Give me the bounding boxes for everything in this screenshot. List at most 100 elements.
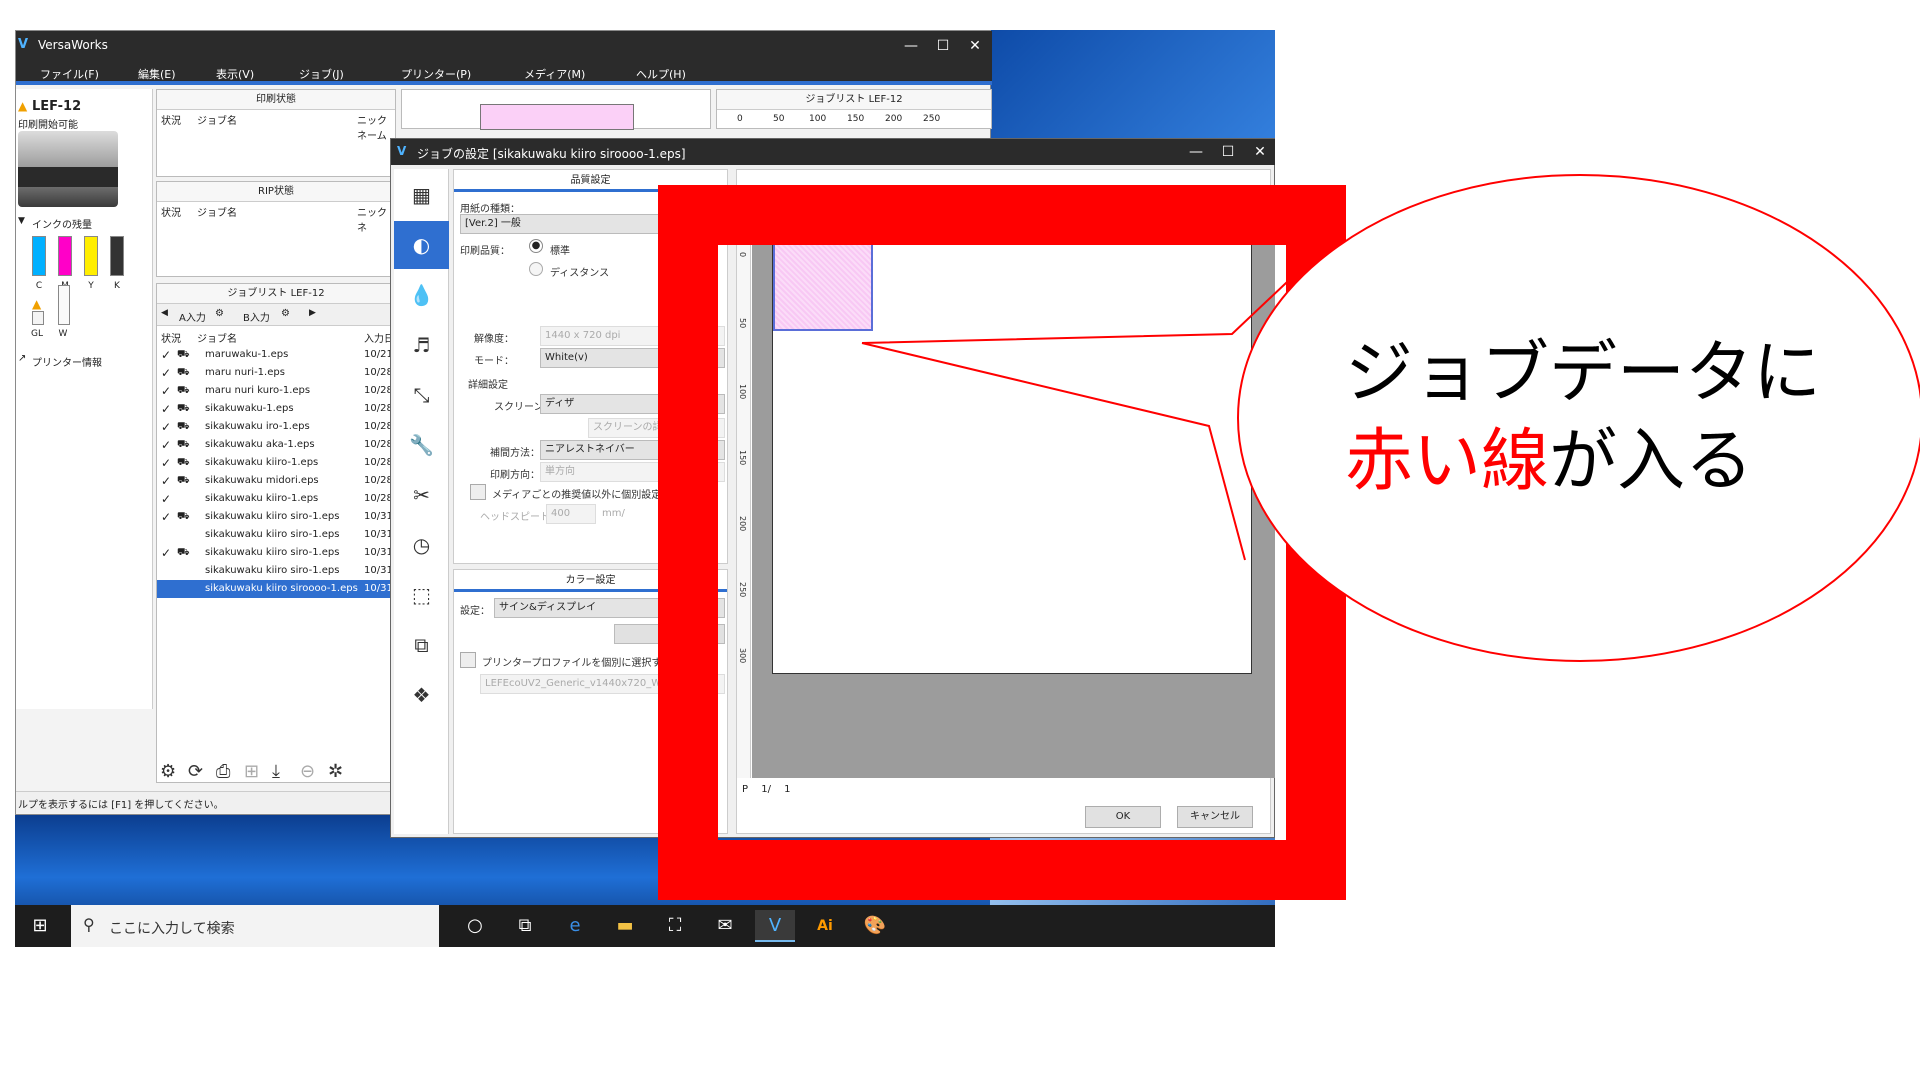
printer-info-link[interactable]: プリンター情報 — [32, 354, 102, 369]
nest-icon[interactable]: ⊞ — [244, 761, 259, 782]
ink-c-label: C — [35, 281, 43, 291]
cortana-icon[interactable]: ○ — [455, 910, 495, 942]
mail-icon[interactable]: ✉ — [705, 910, 745, 942]
menu-file[interactable]: ファイル(F) — [40, 66, 99, 82]
edge-icon[interactable]: e — [555, 910, 595, 942]
job-name: sikakuwaku kiiro siro-1.eps — [205, 529, 340, 540]
printer-name[interactable]: LEF-12 — [32, 99, 81, 114]
table-row[interactable]: sikakuwaku kiiro siro-1.eps 10/31 — [157, 526, 397, 544]
explorer-icon[interactable]: ▬ — [605, 910, 645, 942]
crop-marks-icon[interactable]: ⬚ — [394, 571, 449, 619]
job-date: 10/28 — [364, 421, 393, 432]
table-row[interactable]: ✓ sikakuwaku kiiro-1.eps 10/28 — [157, 490, 397, 508]
radio-standard[interactable]: ● — [529, 239, 543, 253]
gear-icon[interactable]: ⚙ — [215, 308, 224, 319]
table-row[interactable]: ✓ ⛟ sikakuwaku kiiro siro-1.eps 10/31 — [157, 544, 397, 562]
job-status-icon: ⛟ — [177, 403, 190, 414]
job-name: sikakuwaku kiiro siro-1.eps — [205, 511, 340, 522]
job-date: 10/31 — [364, 529, 393, 540]
menu-printer[interactable]: プリンター(P) — [401, 66, 471, 82]
layout-icon[interactable]: ▦ — [394, 171, 449, 219]
radio-distance[interactable] — [529, 262, 543, 276]
collapse-chevron-icon[interactable]: ▼ — [18, 216, 25, 226]
taskview-icon[interactable]: ⧉ — [505, 910, 545, 942]
swatch-fan-icon[interactable]: ❖ — [394, 671, 449, 719]
table-row[interactable]: ✓ ⛟ sikakuwaku kiiro-1.eps 10/28 — [157, 454, 397, 472]
menu-job[interactable]: ジョブ(J) — [299, 66, 344, 82]
gear-icon[interactable]: ⚙ — [281, 308, 290, 319]
minimize-button[interactable]: — — [1181, 141, 1211, 163]
tab-a-input[interactable]: A入力 — [179, 309, 206, 324]
menu-edit[interactable]: 編集(E) — [138, 66, 176, 82]
resolution-label: 解像度： — [474, 334, 514, 345]
media-override-checkbox[interactable] — [470, 484, 486, 500]
job-name: sikakuwaku iro-1.eps — [205, 421, 310, 432]
table-row[interactable]: ✓ ⛟ maru nuri kuro-1.eps 10/28 — [157, 382, 397, 400]
color-replace-icon[interactable]: ♬ — [394, 321, 449, 369]
queue-toolbar: ⚙ ⟳ ⎙ ⊞ ⤓ ⊖ ✲ — [156, 757, 396, 787]
table-row[interactable]: ✓ ⛟ maru nuri-1.eps 10/28 — [157, 364, 397, 382]
job-status-icon: ⛟ — [177, 349, 190, 360]
maximize-button[interactable]: ☐ — [1213, 141, 1243, 163]
settings-gear-icon[interactable]: ⚙ — [160, 761, 176, 782]
table-row[interactable]: ✓ ⛟ maruwaku-1.eps 10/21 — [157, 346, 397, 364]
table-row[interactable]: ✓ ⛟ sikakuwaku aka-1.eps 10/28 — [157, 436, 397, 454]
callout-black-phrase: が入る — [1549, 422, 1754, 501]
tab-b-input[interactable]: B入力 — [243, 309, 270, 324]
loading-icon[interactable]: ✲ — [328, 761, 343, 782]
job-name: sikakuwaku kiiro siroooo-1.eps — [205, 583, 358, 594]
job-name: sikakuwaku kiiro-1.eps — [205, 493, 319, 504]
tab-next-icon[interactable]: ▶ — [309, 308, 316, 318]
refresh-icon[interactable]: ⟳ — [188, 761, 203, 782]
ink-gl — [32, 311, 44, 325]
table-row[interactable]: ✓ ⛟ sikakuwaku midori.eps 10/28 — [157, 472, 397, 490]
resize-icon[interactable]: ⤡ — [394, 371, 449, 419]
menu-view[interactable]: 表示(V) — [216, 66, 254, 82]
rip-status-panel: RIP状態 状況 ジョブ名 ニックネ — [156, 181, 396, 277]
menu-help[interactable]: ヘルプ(H) — [636, 66, 686, 82]
maximize-button[interactable]: ☐ — [928, 35, 958, 57]
store-icon[interactable]: ⛶ — [655, 910, 695, 942]
clock-icon[interactable]: ◷ — [394, 521, 449, 569]
table-row[interactable]: sikakuwaku kiiro siro-1.eps 10/31 — [157, 562, 397, 580]
minimize-button[interactable]: — — [896, 35, 926, 57]
scissors-icon[interactable]: ✂ — [394, 471, 449, 519]
versaworks-logo-icon: V — [18, 37, 29, 52]
wrench-icon[interactable]: 🔧 — [394, 421, 449, 469]
windows-start-icon[interactable]: ⊞ — [15, 905, 65, 947]
job-name: sikakuwaku midori.eps — [205, 475, 319, 486]
close-button[interactable]: ✕ — [1245, 141, 1275, 163]
right-joblist-panel: ジョブリスト LEF-12 0 50 100 150 200 250 — [716, 89, 992, 129]
dialog-titlebar: V ジョブの設定 [sikakuwaku kiiro siroooo-1.eps… — [391, 139, 1275, 165]
checkmark-icon: ✓ — [161, 474, 172, 488]
menu-media[interactable]: メディア(M) — [524, 66, 585, 82]
table-row[interactable]: ✓ ⛟ sikakuwaku kiiro siro-1.eps 10/31 — [157, 508, 397, 526]
ink-m — [58, 236, 72, 276]
job-date: 10/28 — [364, 457, 393, 468]
job-date: 10/28 — [364, 367, 393, 378]
tab-prev-icon[interactable]: ◀ — [161, 308, 168, 318]
print-icon[interactable]: ⎙ — [216, 761, 230, 782]
status-text: ルプを表示するには [F1] を押してください。 — [18, 800, 224, 811]
versaworks-icon[interactable]: V — [755, 910, 795, 942]
warning-icon: ▲ — [18, 99, 28, 113]
printer-status: 印刷開始可能 — [18, 120, 78, 131]
cancel-icon[interactable]: ⊖ — [300, 761, 315, 782]
job-date: 10/31 — [364, 511, 393, 522]
quality-icon[interactable]: ◐ — [394, 221, 449, 269]
illustrator-icon[interactable]: Ai — [805, 910, 845, 942]
ink-drops-icon[interactable]: 💧 — [394, 271, 449, 319]
table-row[interactable]: sikakuwaku kiiro siroooo-1.eps 10/31 — [157, 580, 397, 598]
taskbar-search[interactable]: ⚲ ここに入力して検索 — [71, 905, 439, 947]
download-icon[interactable]: ⤓ — [272, 761, 280, 782]
paint-icon[interactable]: 🎨 — [855, 910, 895, 942]
table-row[interactable]: ✓ ⛟ sikakuwaku-1.eps 10/28 — [157, 400, 397, 418]
checkmark-icon: ✓ — [161, 546, 172, 560]
profile-checkbox[interactable] — [460, 652, 476, 668]
copies-icon[interactable]: ⧉ — [394, 621, 449, 669]
table-row[interactable]: ✓ ⛟ sikakuwaku iro-1.eps 10/28 — [157, 418, 397, 436]
job-date: 10/31 — [364, 565, 393, 576]
checkmark-icon: ✓ — [161, 402, 172, 416]
close-button[interactable]: ✕ — [960, 35, 990, 57]
warning-icon: ▲ — [32, 297, 42, 311]
